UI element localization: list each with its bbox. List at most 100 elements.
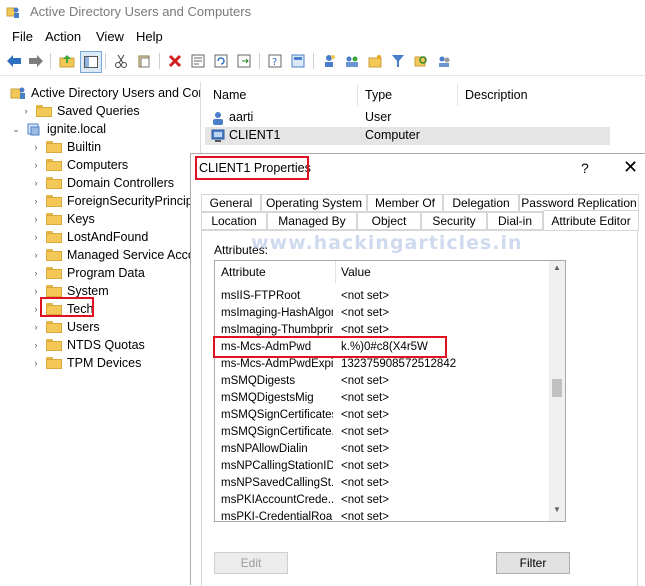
chevron-down-icon[interactable]: ⌄ (10, 124, 22, 135)
vertical-scrollbar[interactable]: ▲ ▼ (549, 261, 565, 521)
tree-item-users[interactable]: › Users (30, 318, 100, 336)
column-separator[interactable] (457, 84, 458, 106)
tab-attribute-editor[interactable]: Attribute Editor (543, 210, 639, 231)
table-row[interactable]: msNPAllowDialin <not set> (215, 441, 551, 458)
menu-file[interactable]: File (12, 29, 33, 44)
tab-dial-in[interactable]: Dial-in (487, 212, 543, 230)
folder-icon (46, 339, 62, 351)
attribute-value: 132375908572512842 (341, 358, 457, 370)
cut-icon[interactable] (111, 51, 131, 71)
refresh-icon[interactable] (211, 51, 231, 71)
chevron-right-icon[interactable]: › (30, 250, 42, 260)
tree-item-saved-queries[interactable]: › Saved Queries (20, 102, 140, 120)
tree-item-label: ForeignSecurityPrincipa (67, 194, 200, 208)
chevron-right-icon[interactable]: › (30, 286, 42, 296)
list-item[interactable]: aarti User (205, 109, 610, 127)
column-separator[interactable] (335, 261, 336, 283)
chevron-right-icon[interactable]: › (30, 232, 42, 242)
table-row[interactable]: mSMQDigests <not set> (215, 373, 551, 390)
menu-view[interactable]: View (96, 29, 124, 44)
chevron-right-icon[interactable]: › (30, 340, 42, 350)
tree-item-label: System (67, 284, 109, 298)
add-to-group-icon[interactable] (434, 51, 454, 71)
delete-icon[interactable] (165, 51, 185, 71)
table-row[interactable]: ms-Mcs-AdmPwdExpi... 132375908572512842 (215, 356, 551, 373)
filter-button[interactable]: Filter (496, 552, 570, 574)
list-item-name: aarti (229, 110, 254, 124)
tree-item-lost-and-found[interactable]: › LostAndFound (30, 228, 149, 246)
export-list-icon[interactable] (234, 51, 254, 71)
tree-item-keys[interactable]: › Keys (30, 210, 95, 228)
menu-help[interactable]: Help (136, 29, 163, 44)
tab-location[interactable]: Location (201, 212, 267, 230)
edit-button[interactable]: Edit (214, 552, 288, 574)
tab-managed-by[interactable]: Managed By (267, 212, 357, 230)
tree-item-managed-service-accounts[interactable]: › Managed Service Acco (30, 246, 195, 264)
grid-header-attribute[interactable]: Attribute (221, 261, 266, 283)
table-row[interactable]: mSMQSignCertificates <not set> (215, 407, 551, 424)
new-user-icon[interactable] (319, 51, 339, 71)
chevron-right-icon[interactable]: › (30, 160, 42, 170)
chevron-right-icon[interactable]: › (30, 358, 42, 368)
tab-operating-system[interactable]: Operating System (261, 194, 367, 212)
chevron-right-icon[interactable]: › (30, 214, 42, 224)
column-header-name[interactable]: Name (213, 88, 246, 102)
tab-delegation[interactable]: Delegation (443, 194, 519, 212)
folder-icon (46, 249, 62, 261)
tree-item-foreign-security-principals[interactable]: › ForeignSecurityPrincipa (30, 192, 200, 210)
tree-item-domain[interactable]: ⌄ ignite.local (10, 120, 106, 138)
chevron-right-icon[interactable]: › (30, 268, 42, 278)
tab-member-of[interactable]: Member Of (367, 194, 443, 212)
list-item-selected[interactable]: CLIENT1 Computer (205, 127, 610, 145)
tree-item-domain-controllers[interactable]: › Domain Controllers (30, 174, 174, 192)
tree-root[interactable]: Active Directory Users and Com (10, 84, 200, 102)
toolbar: ? (0, 47, 645, 76)
chevron-right-icon[interactable]: › (30, 178, 42, 188)
tab-object[interactable]: Object (357, 212, 421, 230)
table-row[interactable]: msNPSavedCallingSt... <not set> (215, 475, 551, 492)
up-folder-icon[interactable] (57, 51, 77, 71)
ad-users-computers-icon (10, 87, 25, 99)
back-arrow-icon[interactable] (4, 51, 24, 71)
tree-item-ntds-quotas[interactable]: › NTDS Quotas (30, 336, 145, 354)
mmc-console-icon[interactable] (288, 51, 308, 71)
help-button[interactable]: ? (581, 160, 589, 176)
new-group-icon[interactable] (342, 51, 362, 71)
show-tree-icon[interactable] (80, 51, 102, 73)
properties-icon[interactable] (188, 51, 208, 71)
tree-item-program-data[interactable]: › Program Data (30, 264, 145, 282)
tree-item-tpm-devices[interactable]: › TPM Devices (30, 354, 142, 372)
chevron-right-icon[interactable]: › (30, 196, 42, 206)
scroll-down-icon[interactable]: ▼ (549, 505, 565, 519)
tree-item-builtin[interactable]: › Builtin (30, 138, 102, 156)
chevron-right-icon[interactable]: › (20, 106, 32, 116)
tree-item-label: Keys (67, 212, 95, 226)
paste-icon[interactable] (134, 51, 154, 71)
column-header-description[interactable]: Description (465, 88, 528, 102)
grid-header-value[interactable]: Value (341, 261, 371, 283)
table-row[interactable]: mSMQDigestsMig <not set> (215, 390, 551, 407)
find-icon[interactable] (411, 51, 431, 71)
menu-action[interactable]: Action (45, 29, 81, 44)
chevron-right-icon[interactable]: › (30, 322, 42, 332)
tab-security[interactable]: Security (421, 212, 487, 230)
tab-general[interactable]: General (201, 194, 261, 212)
table-row[interactable]: msImaging-HashAlgor... <not set> (215, 305, 551, 322)
chevron-right-icon[interactable]: › (30, 142, 42, 152)
table-row[interactable]: msNPCallingStationID <not set> (215, 458, 551, 475)
help-icon[interactable]: ? (265, 51, 285, 71)
table-row[interactable]: msPKIAccountCrede... <not set> (215, 492, 551, 509)
table-row[interactable]: mSMQSignCertificate... <not set> (215, 424, 551, 441)
close-icon[interactable]: ✕ (623, 157, 638, 178)
scrollbar-thumb[interactable] (552, 379, 562, 397)
table-row[interactable]: msPKI-CredentialRoa... <not set> (215, 509, 551, 521)
column-header-type[interactable]: Type (365, 88, 392, 102)
table-row[interactable]: msIIS-FTPRoot <not set> (215, 288, 551, 305)
new-ou-icon[interactable] (365, 51, 385, 71)
tree-item-computers[interactable]: › Computers (30, 156, 129, 174)
admpwd-highlight-box (213, 336, 447, 358)
column-separator[interactable] (357, 84, 358, 106)
scroll-up-icon[interactable]: ▲ (549, 263, 565, 277)
filter-icon[interactable] (388, 51, 408, 71)
forward-arrow-icon[interactable] (26, 51, 46, 71)
